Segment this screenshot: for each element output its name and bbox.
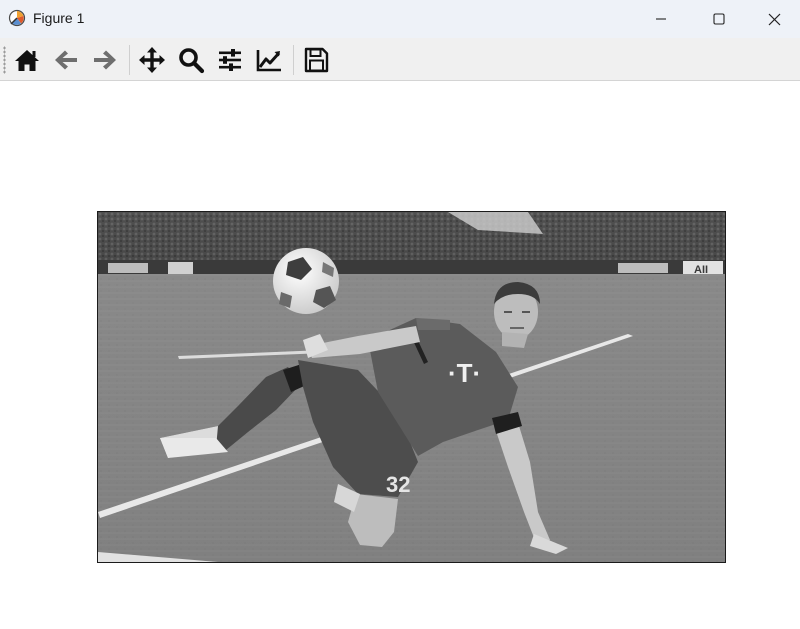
title-bar[interactable]: Figure 1 bbox=[0, 0, 800, 38]
back-button[interactable] bbox=[49, 43, 83, 77]
home-icon bbox=[15, 50, 39, 71]
toolbar-separator bbox=[129, 45, 130, 75]
svg-text:32: 32 bbox=[386, 472, 410, 497]
svg-text:·T·: ·T· bbox=[448, 358, 481, 388]
maximize-button[interactable] bbox=[690, 0, 748, 38]
toolbar-separator bbox=[293, 45, 294, 75]
sliders-icon bbox=[219, 49, 241, 71]
line-chart-icon bbox=[256, 50, 281, 72]
maximize-icon bbox=[713, 13, 725, 25]
matplotlib-figure-window: Figure 1 AII 32 ·T· bbox=[0, 0, 800, 629]
minimize-icon bbox=[656, 18, 666, 20]
floppy-disk-icon bbox=[304, 47, 329, 73]
zoom-button[interactable] bbox=[174, 43, 208, 77]
subplots-button[interactable] bbox=[213, 43, 247, 77]
soccer-player-photo: AII 32 ·T· bbox=[98, 212, 725, 562]
back-arrow-icon bbox=[55, 50, 77, 70]
forward-arrow-icon bbox=[94, 50, 116, 70]
axes-image[interactable]: AII 32 ·T· bbox=[97, 211, 726, 563]
close-icon bbox=[768, 13, 780, 25]
edit-axes-button[interactable] bbox=[252, 43, 286, 77]
minimize-button[interactable] bbox=[632, 0, 690, 38]
forward-button[interactable] bbox=[88, 43, 122, 77]
save-button[interactable] bbox=[299, 43, 333, 77]
magnifier-icon bbox=[179, 48, 205, 74]
pan-button[interactable] bbox=[135, 43, 169, 77]
toolbar-grip[interactable] bbox=[3, 46, 6, 74]
close-button[interactable] bbox=[748, 0, 800, 38]
window-title: Figure 1 bbox=[33, 10, 85, 26]
navigation-toolbar bbox=[0, 38, 800, 81]
home-button[interactable] bbox=[10, 43, 44, 77]
move-arrows-icon bbox=[139, 47, 165, 73]
matplotlib-figure-icon bbox=[8, 9, 26, 27]
